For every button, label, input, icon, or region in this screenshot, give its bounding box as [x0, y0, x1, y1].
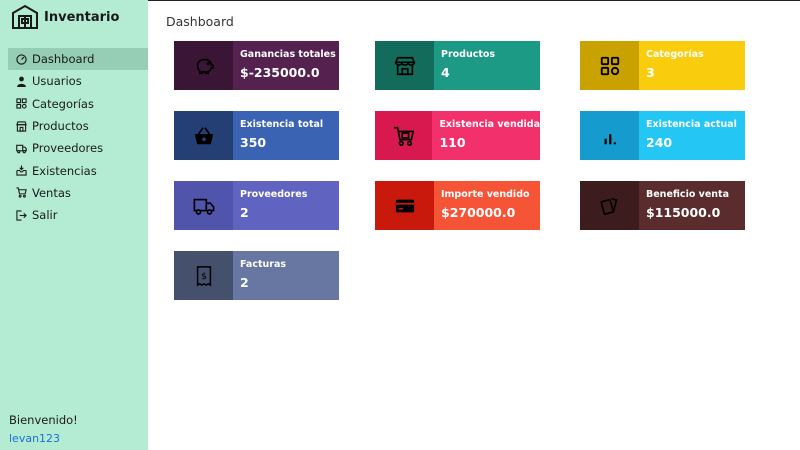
warehouse-logo-icon [12, 4, 38, 29]
card-body: Proveedores 2 [233, 181, 339, 230]
app-name: Inventario [44, 9, 120, 25]
dashboard-icon [16, 53, 27, 65]
sidebar-item-label: Proveedores [32, 141, 104, 156]
store-icon [394, 56, 415, 75]
card-label: Proveedores [240, 189, 308, 200]
card-label: Ganancias totales [240, 49, 336, 60]
sidebar-item-salir[interactable]: Salir [8, 204, 148, 226]
card-existencia-actual[interactable]: Existencia actual 240 [580, 111, 745, 160]
card-icon-box [375, 41, 434, 90]
sidebar-item-label: Productos [32, 119, 89, 134]
card-label: Beneficio venta [646, 189, 730, 200]
sidebar-item-usuarios[interactable]: Usuarios [8, 70, 148, 92]
sidebar-item-label: Categorías [32, 96, 94, 111]
card-value: 2 [240, 275, 249, 290]
card-label: Importe vendido [441, 189, 530, 200]
card-body: Productos 4 [434, 41, 540, 90]
sidebar-nav: Dashboard Usuarios Categorías Productos … [8, 48, 148, 226]
card-value: $115000.0 [646, 205, 721, 220]
sidebar-item-label: Usuarios [32, 74, 82, 89]
sidebar-item-ventas[interactable]: Ventas [8, 182, 148, 204]
sidebar: Inventario Dashboard Usuarios Categorías… [0, 0, 148, 450]
card-icon-box [580, 41, 639, 90]
card-proveedores[interactable]: Proveedores 2 [174, 181, 339, 230]
sidebar-item-label: Dashboard [32, 52, 95, 67]
receipt-icon: $ [196, 265, 211, 287]
card-value: $270000.0 [441, 205, 516, 220]
card-value: 350 [240, 135, 267, 150]
page-title: Dashboard [166, 14, 234, 29]
card-body: Ganancias totales $-235000.0 [233, 41, 339, 90]
card-importe-vendido[interactable]: Importe vendido $270000.0 [375, 181, 540, 230]
card-label: Productos [441, 49, 496, 60]
card-icon-box [375, 181, 434, 230]
card-body: Beneficio venta $115000.0 [639, 181, 745, 230]
cart-icon [393, 126, 414, 146]
truck-icon [193, 198, 214, 215]
card-ganancias-totales[interactable]: Ganancias totales $-235000.0 [174, 41, 339, 90]
card-value: 4 [441, 65, 450, 80]
truck-icon [16, 144, 27, 154]
sidebar-item-label: Ventas [32, 185, 71, 200]
card-body: Existencia vendida 110 [432, 111, 540, 160]
card-body: Existencia total 350 [233, 111, 339, 160]
card-value: 3 [646, 65, 655, 80]
card-body: Facturas 2 [233, 251, 339, 300]
card-facturas[interactable]: $ Facturas 2 [174, 251, 339, 300]
basket-icon [194, 126, 213, 144]
svg-text:$: $ [201, 270, 207, 281]
card-icon-box [174, 181, 233, 230]
card-existencia-total[interactable]: Existencia total 350 [174, 111, 339, 160]
sidebar-item-existencias[interactable]: Existencias [8, 159, 148, 181]
card-icon-box [580, 111, 639, 160]
inbox-icon [16, 165, 27, 176]
card-label: Facturas [240, 259, 287, 270]
card-icon-box [174, 41, 233, 90]
sidebar-item-dashboard[interactable]: Dashboard [8, 48, 148, 71]
user-icon [17, 76, 26, 87]
sidebar-item-label: Existencias [32, 163, 97, 178]
brand[interactable]: Inventario [11, 4, 119, 30]
sidebar-item-label: Salir [32, 208, 58, 223]
card-body: Categorías 3 [639, 41, 745, 90]
card-label: Existencia actual [646, 119, 737, 130]
username-link[interactable]: levan123 [9, 432, 60, 445]
categories-icon [600, 56, 619, 75]
card-value: 2 [240, 205, 249, 220]
card-value: $-235000.0 [240, 65, 320, 80]
sidebar-item-proveedores[interactable]: Proveedores [8, 137, 148, 159]
card-icon-box [375, 111, 433, 160]
credit-card-icon [395, 199, 414, 212]
card-body: Existencia actual 240 [639, 111, 745, 160]
logout-icon [16, 210, 27, 221]
card-icon-box [174, 111, 233, 160]
card-label: Categorías [646, 49, 704, 60]
sidebar-item-categorias[interactable]: Categorías [8, 93, 148, 115]
card-productos[interactable]: Productos 4 [375, 41, 540, 90]
card-label: Existencia vendida [439, 119, 540, 130]
card-icon-box [580, 181, 639, 230]
card-beneficio-venta[interactable]: Beneficio venta $115000.0 [580, 181, 745, 230]
bar-chart-icon [604, 133, 616, 144]
card-value: 110 [439, 135, 466, 150]
card-existencia-vendida[interactable]: Existencia vendida 110 [375, 111, 540, 160]
piggy-bank-icon [196, 58, 214, 74]
cards-icon [600, 197, 617, 215]
store-icon [16, 120, 27, 132]
cart-icon [16, 187, 27, 199]
categories-icon [16, 98, 27, 109]
card-value: 240 [646, 135, 673, 150]
card-icon-box: $ [174, 251, 233, 300]
card-label: Existencia total [240, 119, 324, 130]
welcome-text: Bienvenido! [9, 413, 78, 427]
card-categorias[interactable]: Categorías 3 [580, 41, 745, 90]
sidebar-item-productos[interactable]: Productos [8, 115, 148, 137]
card-body: Importe vendido $270000.0 [434, 181, 540, 230]
